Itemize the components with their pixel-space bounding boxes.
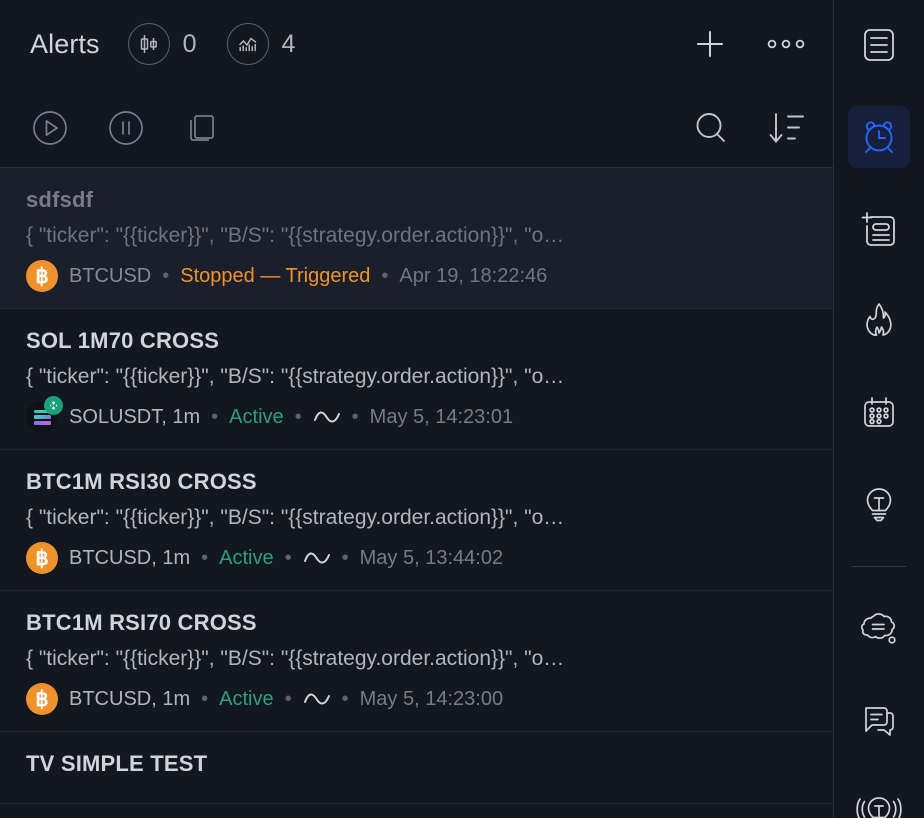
right-sidebar xyxy=(834,0,924,818)
technical-alerts-counter[interactable]: 4 xyxy=(226,23,296,65)
alert-symbol: BTCUSD, 1m xyxy=(69,687,191,710)
search-alerts-button[interactable] xyxy=(687,104,735,152)
alerts-list[interactable]: sdfsdf { "ticker": "{{ticker}}", "B/S": … xyxy=(0,168,833,818)
sort-alerts-button[interactable] xyxy=(763,104,811,152)
solana-icon xyxy=(26,396,63,434)
lightbulb-icon xyxy=(858,484,900,526)
alerts-toolbar xyxy=(0,88,833,168)
alerts-header: Alerts 0 4 xyxy=(0,0,833,88)
meta-separator: • xyxy=(201,546,209,569)
alert-meta: SOLUSDT, 1m • Active • • May 5, 14:23:01 xyxy=(26,396,807,434)
technical-alerts-count: 4 xyxy=(281,29,296,58)
alert-list-item[interactable]: SOL 1M70 CROSS { "ticker": "{{ticker}}",… xyxy=(0,309,833,451)
alert-title: TV SIMPLE TEST xyxy=(26,751,208,777)
price-alerts-count: 0 xyxy=(182,29,197,58)
list-document-icon xyxy=(859,25,899,65)
price-alerts-counter[interactable]: 0 xyxy=(127,23,197,65)
alert-description: { "ticker": "{{ticker}}", "B/S": "{{stra… xyxy=(26,647,565,671)
meta-separator: • xyxy=(201,687,209,710)
sidebar-item-calendar[interactable] xyxy=(848,382,910,444)
alert-list-item[interactable]: BTC1M RSI30 CROSS { "ticker": "{{ticker}… xyxy=(0,450,833,592)
sidebar-item-chat-thought[interactable] xyxy=(848,597,910,659)
page-title: Alerts xyxy=(30,28,100,59)
wave-indicator-icon xyxy=(313,409,341,425)
meta-separator: • xyxy=(162,264,170,287)
sidebar-divider xyxy=(852,566,906,567)
bitcoin-icon: ฿ xyxy=(26,683,58,716)
chart-indicator-icon xyxy=(226,23,269,65)
alert-description: { "ticker": "{{ticker}}", "B/S": "{{stra… xyxy=(26,505,565,529)
alert-title: SOL 1M70 CROSS xyxy=(26,328,220,354)
meta-separator: • xyxy=(294,405,302,428)
alerts-panel-app: Alerts 0 4 sdfsdf {"ticker": "{{ticker}… xyxy=(0,0,924,818)
alert-title: BTC1M RSI70 CROSS xyxy=(26,610,257,636)
wave-indicator-icon xyxy=(303,550,331,566)
alarm-clock-icon xyxy=(858,116,900,158)
alert-title: sdfsdf xyxy=(26,187,94,212)
alert-counters: 0 4 xyxy=(127,23,296,65)
meta-separator: • xyxy=(284,546,292,569)
sidebar-item-hotlists[interactable] xyxy=(848,290,910,352)
alert-symbol: BTCUSD xyxy=(69,264,152,287)
sidebar-item-ideas[interactable] xyxy=(848,474,910,536)
alert-title: BTC1M RSI30 CROSS xyxy=(26,469,257,495)
calendar-icon xyxy=(858,392,900,434)
status-badge: Active xyxy=(229,405,284,428)
sidebar-item-public-chats[interactable] xyxy=(848,689,910,751)
pause-all-alerts-button[interactable] xyxy=(102,104,150,152)
alert-timestamp: May 5, 14:23:01 xyxy=(369,405,514,428)
sidebar-item-data-window[interactable] xyxy=(848,198,910,260)
alert-list-item[interactable]: BTC1M RSI70 CROSS { "ticker": "{{ticker}… xyxy=(0,591,833,733)
alert-timestamp: May 5, 13:44:02 xyxy=(359,546,504,569)
alert-list-item[interactable]: TV SIMPLE TEST xyxy=(0,732,833,805)
meta-separator: • xyxy=(381,264,389,287)
alert-description: { "ticker": "{{ticker}}", "B/S": "{{stra… xyxy=(26,364,565,388)
restart-inactive-alerts-button[interactable] xyxy=(26,104,74,152)
exchange-badge-icon xyxy=(44,396,63,416)
alert-meta: ฿ BTCUSD, 1m • Active • • May 5, 13:44:0… xyxy=(26,542,807,575)
toolbar-right-group xyxy=(687,104,811,152)
meta-separator: • xyxy=(341,546,349,569)
alert-meta: ฿ BTCUSD • Stopped — Triggered • Apr 19,… xyxy=(26,260,807,293)
bitcoin-icon: ฿ xyxy=(26,542,58,575)
add-note-icon xyxy=(858,208,900,250)
more-options-button[interactable] xyxy=(763,21,809,67)
lightbulb-rays-icon xyxy=(856,790,902,818)
alert-list-item[interactable]: sdfsdf { "ticker": "{{ticker}}", "B/S": … xyxy=(0,168,833,310)
status-badge: Active xyxy=(219,687,274,710)
candlestick-icon xyxy=(127,23,170,65)
sidebar-item-alerts[interactable] xyxy=(848,106,910,168)
meta-separator: • xyxy=(284,687,292,710)
sidebar-item-notifications[interactable] xyxy=(848,781,910,818)
add-alert-button[interactable] xyxy=(687,21,733,67)
chat-bubbles-icon xyxy=(858,699,900,741)
sidebar-item-watchlist[interactable] xyxy=(848,14,910,76)
meta-separator: • xyxy=(341,687,349,710)
alert-meta: ฿ BTCUSD, 1m • Active • • May 5, 14:23:0… xyxy=(26,683,807,716)
alert-timestamp: Apr 19, 18:22:46 xyxy=(399,264,548,287)
flame-icon xyxy=(858,300,900,342)
clone-alerts-button[interactable] xyxy=(178,104,226,152)
alert-symbol: BTCUSD, 1m xyxy=(69,546,191,569)
wave-indicator-icon xyxy=(303,691,331,707)
meta-separator: • xyxy=(211,405,219,428)
alerts-panel: Alerts 0 4 sdfsdf {"ticker": "{{ticker}… xyxy=(0,0,834,818)
thought-bubble-icon xyxy=(857,607,901,649)
status-badge: Active xyxy=(219,546,274,569)
bitcoin-icon: ฿ xyxy=(26,260,58,293)
meta-separator: • xyxy=(351,405,359,428)
alert-timestamp: May 5, 14:23:00 xyxy=(359,687,504,710)
status-badge: Stopped — Triggered xyxy=(180,264,371,287)
alert-symbol: SOLUSDT, 1m xyxy=(69,405,201,428)
alert-description: { "ticker": "{{ticker}}", "B/S": "{{stra… xyxy=(26,223,565,247)
